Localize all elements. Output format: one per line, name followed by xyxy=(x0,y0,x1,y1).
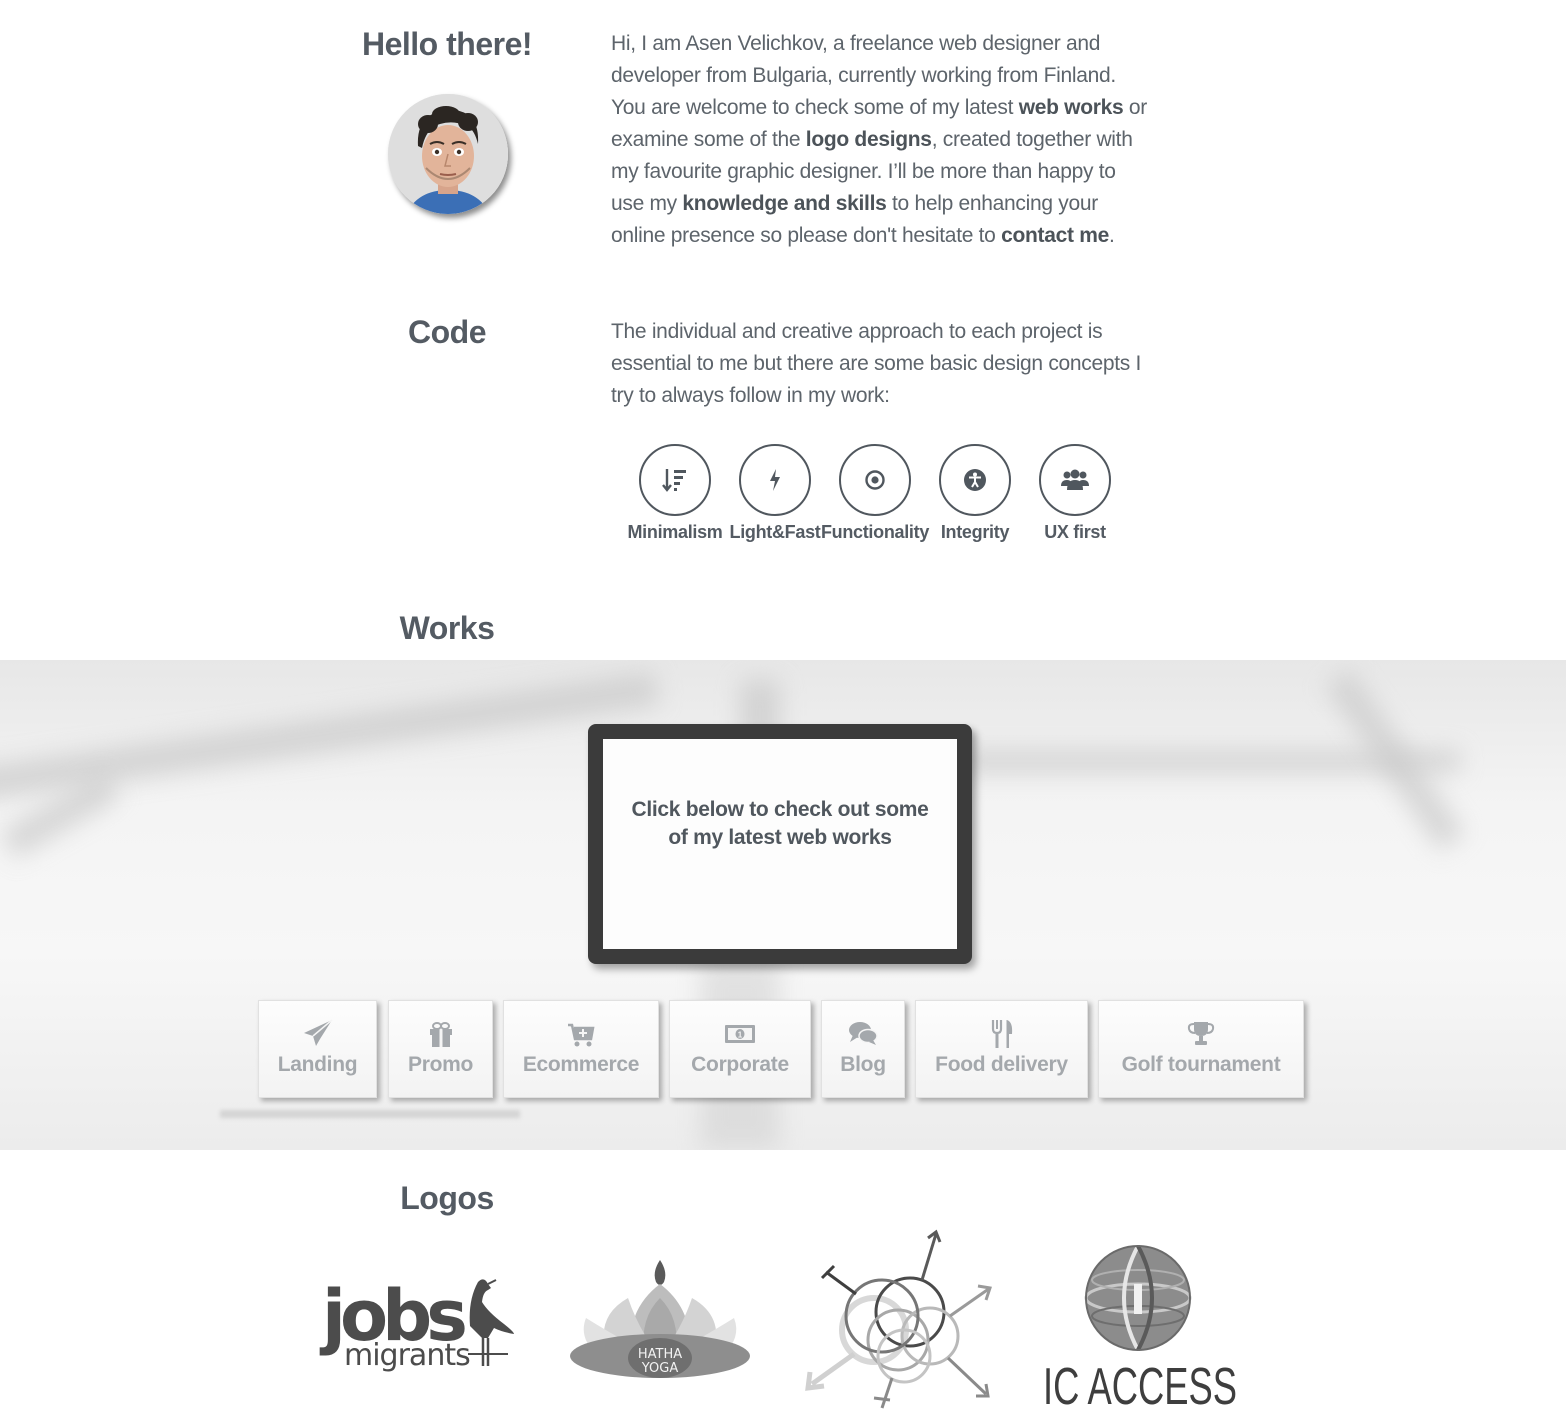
skills-link[interactable]: knowledge and skills xyxy=(682,192,886,215)
principle-label: UX first xyxy=(1044,522,1106,542)
cutlery-icon xyxy=(991,1020,1012,1048)
work-button-corporate[interactable]: 1 Corporate xyxy=(669,1000,811,1098)
logo-migrants-text: migrants xyxy=(344,1338,470,1373)
dot-circle-icon xyxy=(865,470,885,490)
avatar-portrait xyxy=(388,94,508,214)
logo-yoga-text: YOGA xyxy=(641,1361,679,1376)
principle-circle xyxy=(739,444,811,516)
sort-amount-icon xyxy=(662,469,686,492)
money-bill-icon: 1 xyxy=(725,1025,755,1043)
logo-jobs4migrants-mark: jobs migrants xyxy=(319,1275,514,1373)
work-button-label: Golf tournament xyxy=(1121,1053,1281,1076)
principle-ux-first: UX first xyxy=(1020,444,1130,543)
works-screen-text: Click below to check out some of my late… xyxy=(631,798,929,849)
principle-label: Minimalism xyxy=(627,522,723,542)
logo-gender-circles-mark xyxy=(805,1229,992,1409)
contact-me-link[interactable]: contact me xyxy=(1001,224,1109,247)
about-heading: Hello there! xyxy=(361,26,533,62)
avatar xyxy=(388,94,508,214)
work-button-label: Ecommerce xyxy=(522,1053,640,1076)
bolt-icon xyxy=(770,469,780,491)
logo-ic-access[interactable]: IC ACCESS xyxy=(1040,1244,1240,1412)
principle-circle xyxy=(939,444,1011,516)
work-button-food-delivery[interactable]: Food delivery xyxy=(915,1000,1088,1098)
principle-circle xyxy=(839,444,911,516)
work-button-label: Blog xyxy=(840,1053,886,1076)
principle-circle xyxy=(1039,444,1111,516)
principle-label: Functionality xyxy=(820,522,930,542)
works-monitor: Click below to check out some of my late… xyxy=(588,724,972,964)
logo-designs-link[interactable]: logo designs xyxy=(806,128,932,151)
cart-plus-icon xyxy=(568,1023,595,1047)
logos-heading: Logos xyxy=(400,1180,494,1216)
principle-circle xyxy=(639,444,711,516)
accessibility-icon xyxy=(964,469,986,491)
gift-icon xyxy=(429,1022,452,1047)
work-button-label: Landing xyxy=(277,1053,358,1076)
web-works-link[interactable]: web works xyxy=(1019,96,1124,119)
work-button-landing[interactable]: Landing xyxy=(258,1000,377,1098)
principle-label: Light&Fast xyxy=(729,522,821,542)
logo-hatha-text: HATHA xyxy=(638,1347,682,1362)
works-screen: Click below to check out some of my late… xyxy=(603,739,957,949)
logo-ic-access-mark: IC ACCESS xyxy=(1043,1245,1237,1412)
logo-jobs4migrants[interactable]: jobs migrants xyxy=(318,1262,523,1382)
svg-text:1: 1 xyxy=(738,1031,743,1040)
work-button-ecommerce[interactable]: Ecommerce xyxy=(503,1000,659,1098)
trophy-icon xyxy=(1187,1022,1215,1045)
logo-hatha-yoga[interactable]: HATHA YOGA xyxy=(568,1258,752,1384)
code-text: The individual and creative approach to … xyxy=(611,320,1142,407)
logo-hatha-yoga-mark: HATHA YOGA xyxy=(570,1260,750,1378)
code-heading: Code xyxy=(408,314,487,350)
paper-plane-icon xyxy=(303,1019,332,1046)
work-button-golf-tournament[interactable]: Golf tournament xyxy=(1098,1000,1304,1098)
work-button-label: Food delivery xyxy=(935,1053,1068,1076)
logo-gender-circles[interactable] xyxy=(800,1228,1000,1412)
comments-icon xyxy=(849,1022,878,1045)
logo-ic-access-text: IC ACCESS xyxy=(1043,1358,1237,1410)
about-text: Hi, I am Asen Velichkov, a freelance web… xyxy=(611,32,1147,247)
work-button-blog[interactable]: Blog xyxy=(821,1000,905,1098)
principle-minimalism: Minimalism xyxy=(620,444,730,543)
principle-light-fast: Light&Fast xyxy=(720,444,830,543)
principle-integrity: Integrity xyxy=(920,444,1030,543)
works-heading: Works xyxy=(399,610,495,646)
principle-label: Integrity xyxy=(940,522,1010,542)
work-button-label: Promo xyxy=(407,1053,473,1076)
work-button-promo[interactable]: Promo xyxy=(388,1000,493,1098)
work-button-label: Corporate xyxy=(691,1053,789,1076)
principle-functionality: Functionality xyxy=(820,444,930,543)
users-icon xyxy=(1061,469,1089,490)
